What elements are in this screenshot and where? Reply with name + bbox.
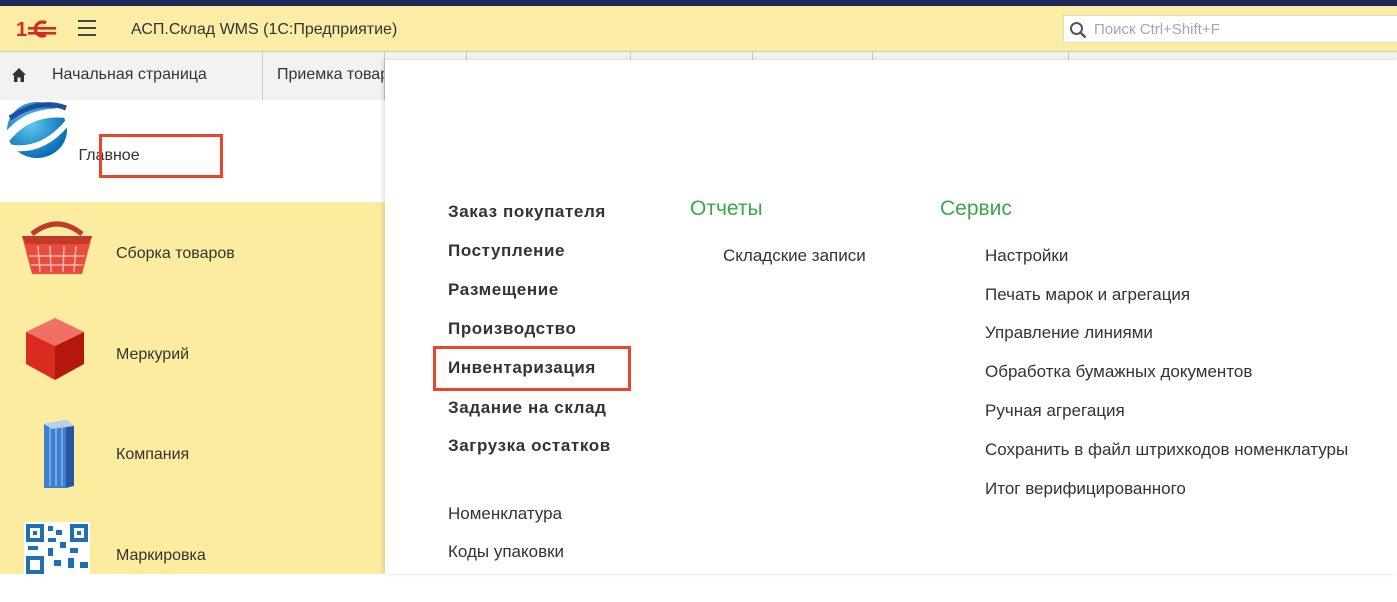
tab-home-label: Начальная страница: [52, 66, 207, 83]
svg-text:1: 1: [16, 19, 27, 39]
sidebar-item-company-label: Компания: [116, 446, 190, 463]
sidebar-item-assembly-label: Сборка товаров: [116, 245, 235, 262]
section-menu-panel: Заказ покупателя Поступление Размещение …: [385, 60, 1397, 574]
highlight-frame-main: [99, 134, 223, 178]
menu-link-production[interactable]: Производство: [448, 319, 576, 339]
section-title-service: Сервис: [940, 197, 1012, 220]
menu-link-receipt[interactable]: Поступление: [448, 241, 565, 261]
menu-link-verified-total[interactable]: Итог верифицированного: [985, 479, 1186, 499]
menu-link-nomenclature[interactable]: Номенклатура: [448, 504, 562, 524]
search-input[interactable]: Поиск Ctrl+Shift+F: [1063, 15, 1397, 43]
red-cube-icon: [22, 314, 88, 387]
menu-link-paper-docs[interactable]: Обработка бумажных документов: [985, 362, 1252, 382]
sidebar-item-mercury[interactable]: Меркурий: [0, 302, 385, 402]
menu-link-line-management[interactable]: Управление линиями: [985, 323, 1153, 343]
basket-icon: [18, 216, 96, 283]
sidebar-item-marking[interactable]: Маркировка: [0, 502, 385, 602]
tab-receiving-label: Приемка товаров: [277, 66, 384, 83]
menu-link-manual-aggregation[interactable]: Ручная агрегация: [985, 401, 1125, 421]
menu-link-load-balances[interactable]: Загрузка остатков: [448, 436, 611, 456]
menu-link-print-marks[interactable]: Печать марок и агрегация: [985, 285, 1190, 305]
building-icon: [36, 418, 76, 495]
qr-code-icon: [24, 522, 90, 579]
sidebar-item-assembly[interactable]: Сборка товаров: [0, 202, 385, 302]
menu-link-settings[interactable]: Настройки: [985, 246, 1068, 266]
main-globe-icon: [0, 102, 78, 164]
menu-link-placement[interactable]: Размещение: [448, 280, 559, 300]
menu-link-warehouse-records[interactable]: Складские записи: [723, 246, 866, 266]
menu-link-save-barcodes[interactable]: Сохранить в файл штрихкодов номенклатуры: [985, 440, 1348, 460]
menu-link-package-codes[interactable]: Коды упаковки: [448, 542, 564, 562]
tab-home[interactable]: Начальная страница: [0, 52, 263, 100]
sidebar-item-marking-label: Маркировка: [116, 547, 206, 564]
search-icon: [1070, 22, 1087, 39]
sections-sidebar: Главное Сборка товаров Меркурий Компания…: [0, 100, 385, 574]
section-title-reports: Отчеты: [690, 197, 763, 220]
menu-link-warehouse-task[interactable]: Задание на склад: [448, 398, 607, 418]
app-title: АСП.Склад WMS (1С:Предприятие): [131, 21, 398, 38]
search-placeholder: Поиск Ctrl+Shift+F: [1094, 21, 1220, 38]
menu-link-customer-order[interactable]: Заказ покупателя: [448, 202, 606, 222]
main-menu-icon[interactable]: [78, 20, 96, 36]
tab-receiving[interactable]: Приемка товаров: [263, 52, 385, 100]
1c-logo: 1: [16, 19, 58, 44]
sidebar-item-company[interactable]: Компания: [0, 402, 385, 502]
highlight-frame-inventory: [433, 346, 631, 391]
title-bar: 1 АСП.Склад WMS (1С:Предприятие) Поиск C…: [0, 6, 1397, 52]
home-icon: [11, 67, 27, 88]
sidebar-item-mercury-label: Меркурий: [116, 346, 190, 363]
